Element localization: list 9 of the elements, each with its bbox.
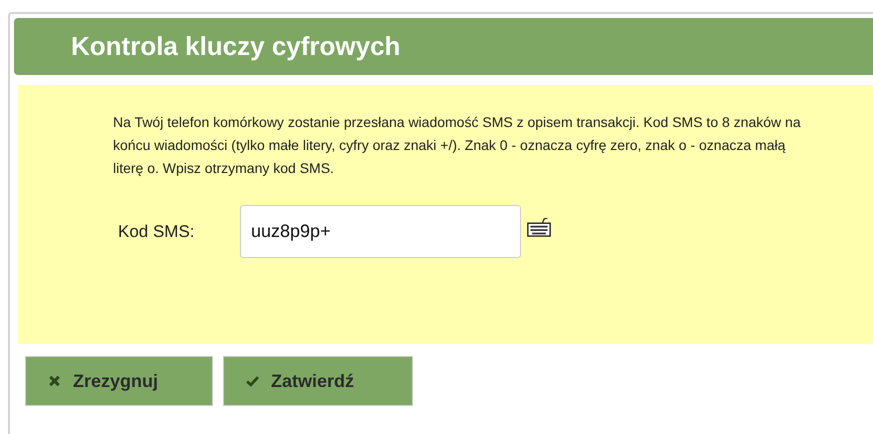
- instruction-text: Na Twój telefon komórkowy zostanie przesłana wiadomość SMS z opisem transakcji. Kod SMS to 8 znaków na końcu wiadomości (tylko małe litery, cyfry oraz znaki +/). Znak 0 - oznacza cyfrę zero, znak o - oznacza małą literę o. Wpisz otrzymany kod SMS.: [113, 113, 802, 178]
- close-icon: [48, 375, 61, 387]
- confirm-button[interactable]: Zatwierdź: [223, 356, 413, 406]
- keyboard-icon[interactable]: [527, 218, 551, 237]
- field-label: Kod SMS:: [117, 222, 196, 242]
- checkmark-icon: [246, 375, 259, 387]
- sms-code-field[interactable]: uuz8p9p+: [240, 205, 521, 258]
- panel-title: Kontrola kluczy cyfrowych: [71, 31, 400, 62]
- cancel-button[interactable]: Zrezygnuj: [25, 356, 213, 406]
